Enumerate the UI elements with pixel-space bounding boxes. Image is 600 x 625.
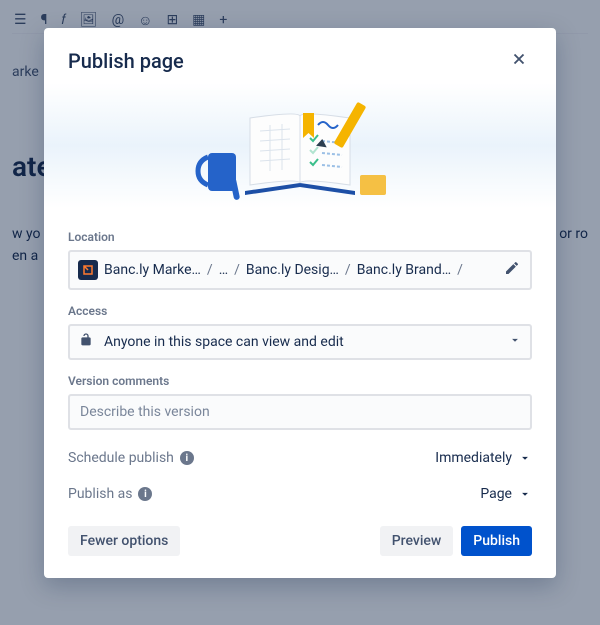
chevron-down-icon [508, 333, 522, 351]
info-icon[interactable]: i [180, 451, 194, 465]
modal-title: Publish page [68, 49, 184, 73]
breadcrumb: Banc.ly Marke… / … / Banc.ly Desig… / Ba… [78, 260, 496, 280]
version-comments-input[interactable] [68, 394, 532, 430]
breadcrumb-item-1: … [219, 262, 228, 278]
publish-as-label: Publish as [68, 486, 132, 502]
close-icon [510, 50, 528, 68]
schedule-select[interactable]: Immediately [435, 450, 532, 466]
location-field[interactable]: Banc.ly Marke… / … / Banc.ly Desig… / Ba… [68, 250, 532, 290]
breadcrumb-separator: / [234, 262, 240, 278]
publish-modal: Publish page [44, 28, 556, 578]
version-comments-label: Version comments [68, 374, 532, 388]
space-icon [78, 260, 98, 280]
publish-as-select[interactable]: Page [480, 486, 532, 502]
hero-illustration [44, 83, 556, 208]
chevron-down-icon [518, 487, 532, 501]
breadcrumb-item-3: Banc.ly Brand… [357, 262, 451, 278]
preview-button[interactable]: Preview [380, 526, 454, 556]
pencil-icon [504, 260, 520, 276]
fewer-options-button[interactable]: Fewer options [68, 526, 180, 556]
access-value: Anyone in this space can view and edit [104, 334, 344, 350]
publish-button[interactable]: Publish [461, 526, 532, 556]
access-label: Access [68, 304, 532, 318]
info-icon[interactable]: i [138, 487, 152, 501]
access-select[interactable]: Anyone in this space can view and edit [68, 324, 532, 360]
breadcrumb-separator: / [457, 262, 463, 278]
location-label: Location [68, 230, 532, 244]
chevron-down-icon [518, 451, 532, 465]
breadcrumb-separator: / [207, 262, 213, 278]
breadcrumb-item-2: Banc.ly Desig… [246, 262, 339, 278]
breadcrumb-separator: / [345, 262, 351, 278]
schedule-value: Immediately [435, 450, 512, 466]
breadcrumb-item-0: Banc.ly Marke… [104, 262, 201, 278]
close-button[interactable] [506, 46, 532, 75]
edit-location-button[interactable] [502, 258, 522, 282]
unlock-icon [78, 332, 94, 352]
publish-as-value: Page [480, 486, 512, 502]
schedule-label: Schedule publish [68, 450, 174, 466]
